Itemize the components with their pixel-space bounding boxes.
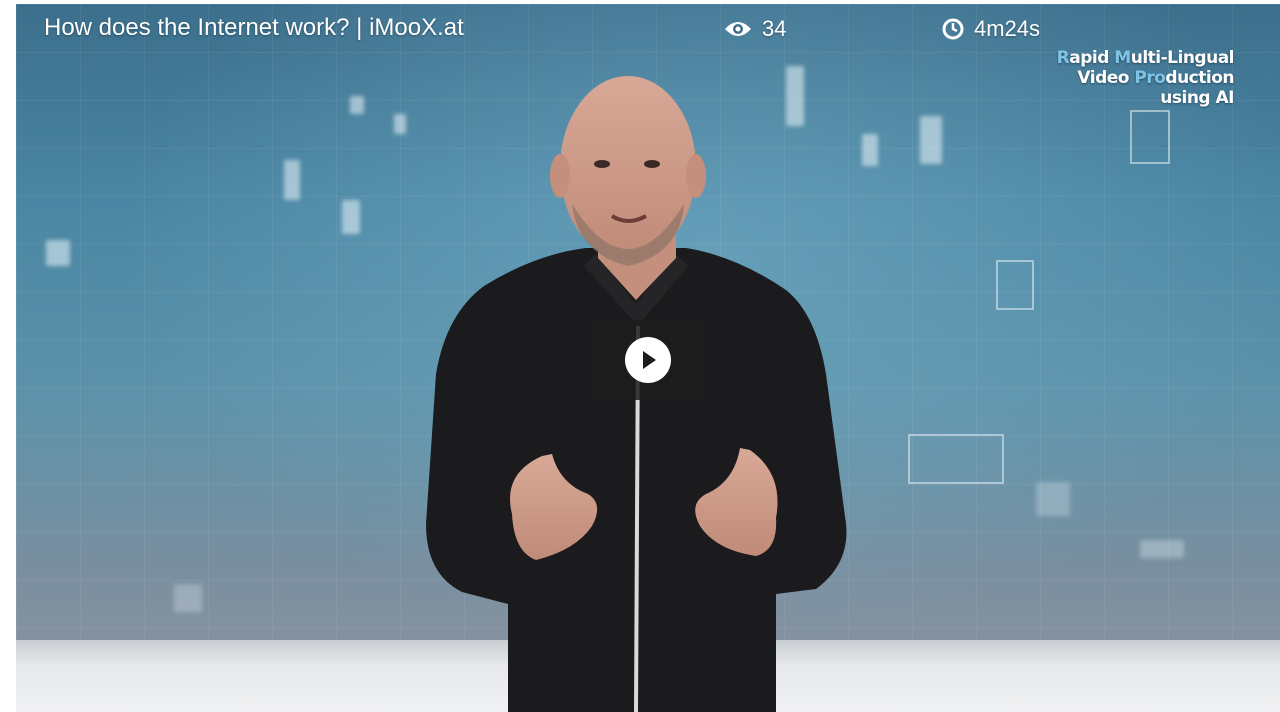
eye-icon [724,19,752,39]
views-count: 34 [762,16,787,41]
clock-icon [942,18,964,40]
brand-line-2: Video Production [1077,68,1234,88]
brand-line-3: using AI [1160,88,1234,108]
play-icon[interactable] [625,337,671,383]
play-button[interactable] [592,320,704,400]
video-title[interactable]: How does the Internet work? | iMooX.at [44,14,464,42]
duration-value: 4m24s [974,16,1041,41]
video-player[interactable]: How does the Internet work? | iMooX.at 3… [16,4,1280,712]
brand-caption: Rapid Multi-Lingual Video Production usi… [1056,48,1235,108]
views-counter: 34 [724,16,786,42]
duration-indicator: 4m24s [942,16,1040,42]
brand-line-1: Rapid Multi-Lingual [1056,48,1235,68]
